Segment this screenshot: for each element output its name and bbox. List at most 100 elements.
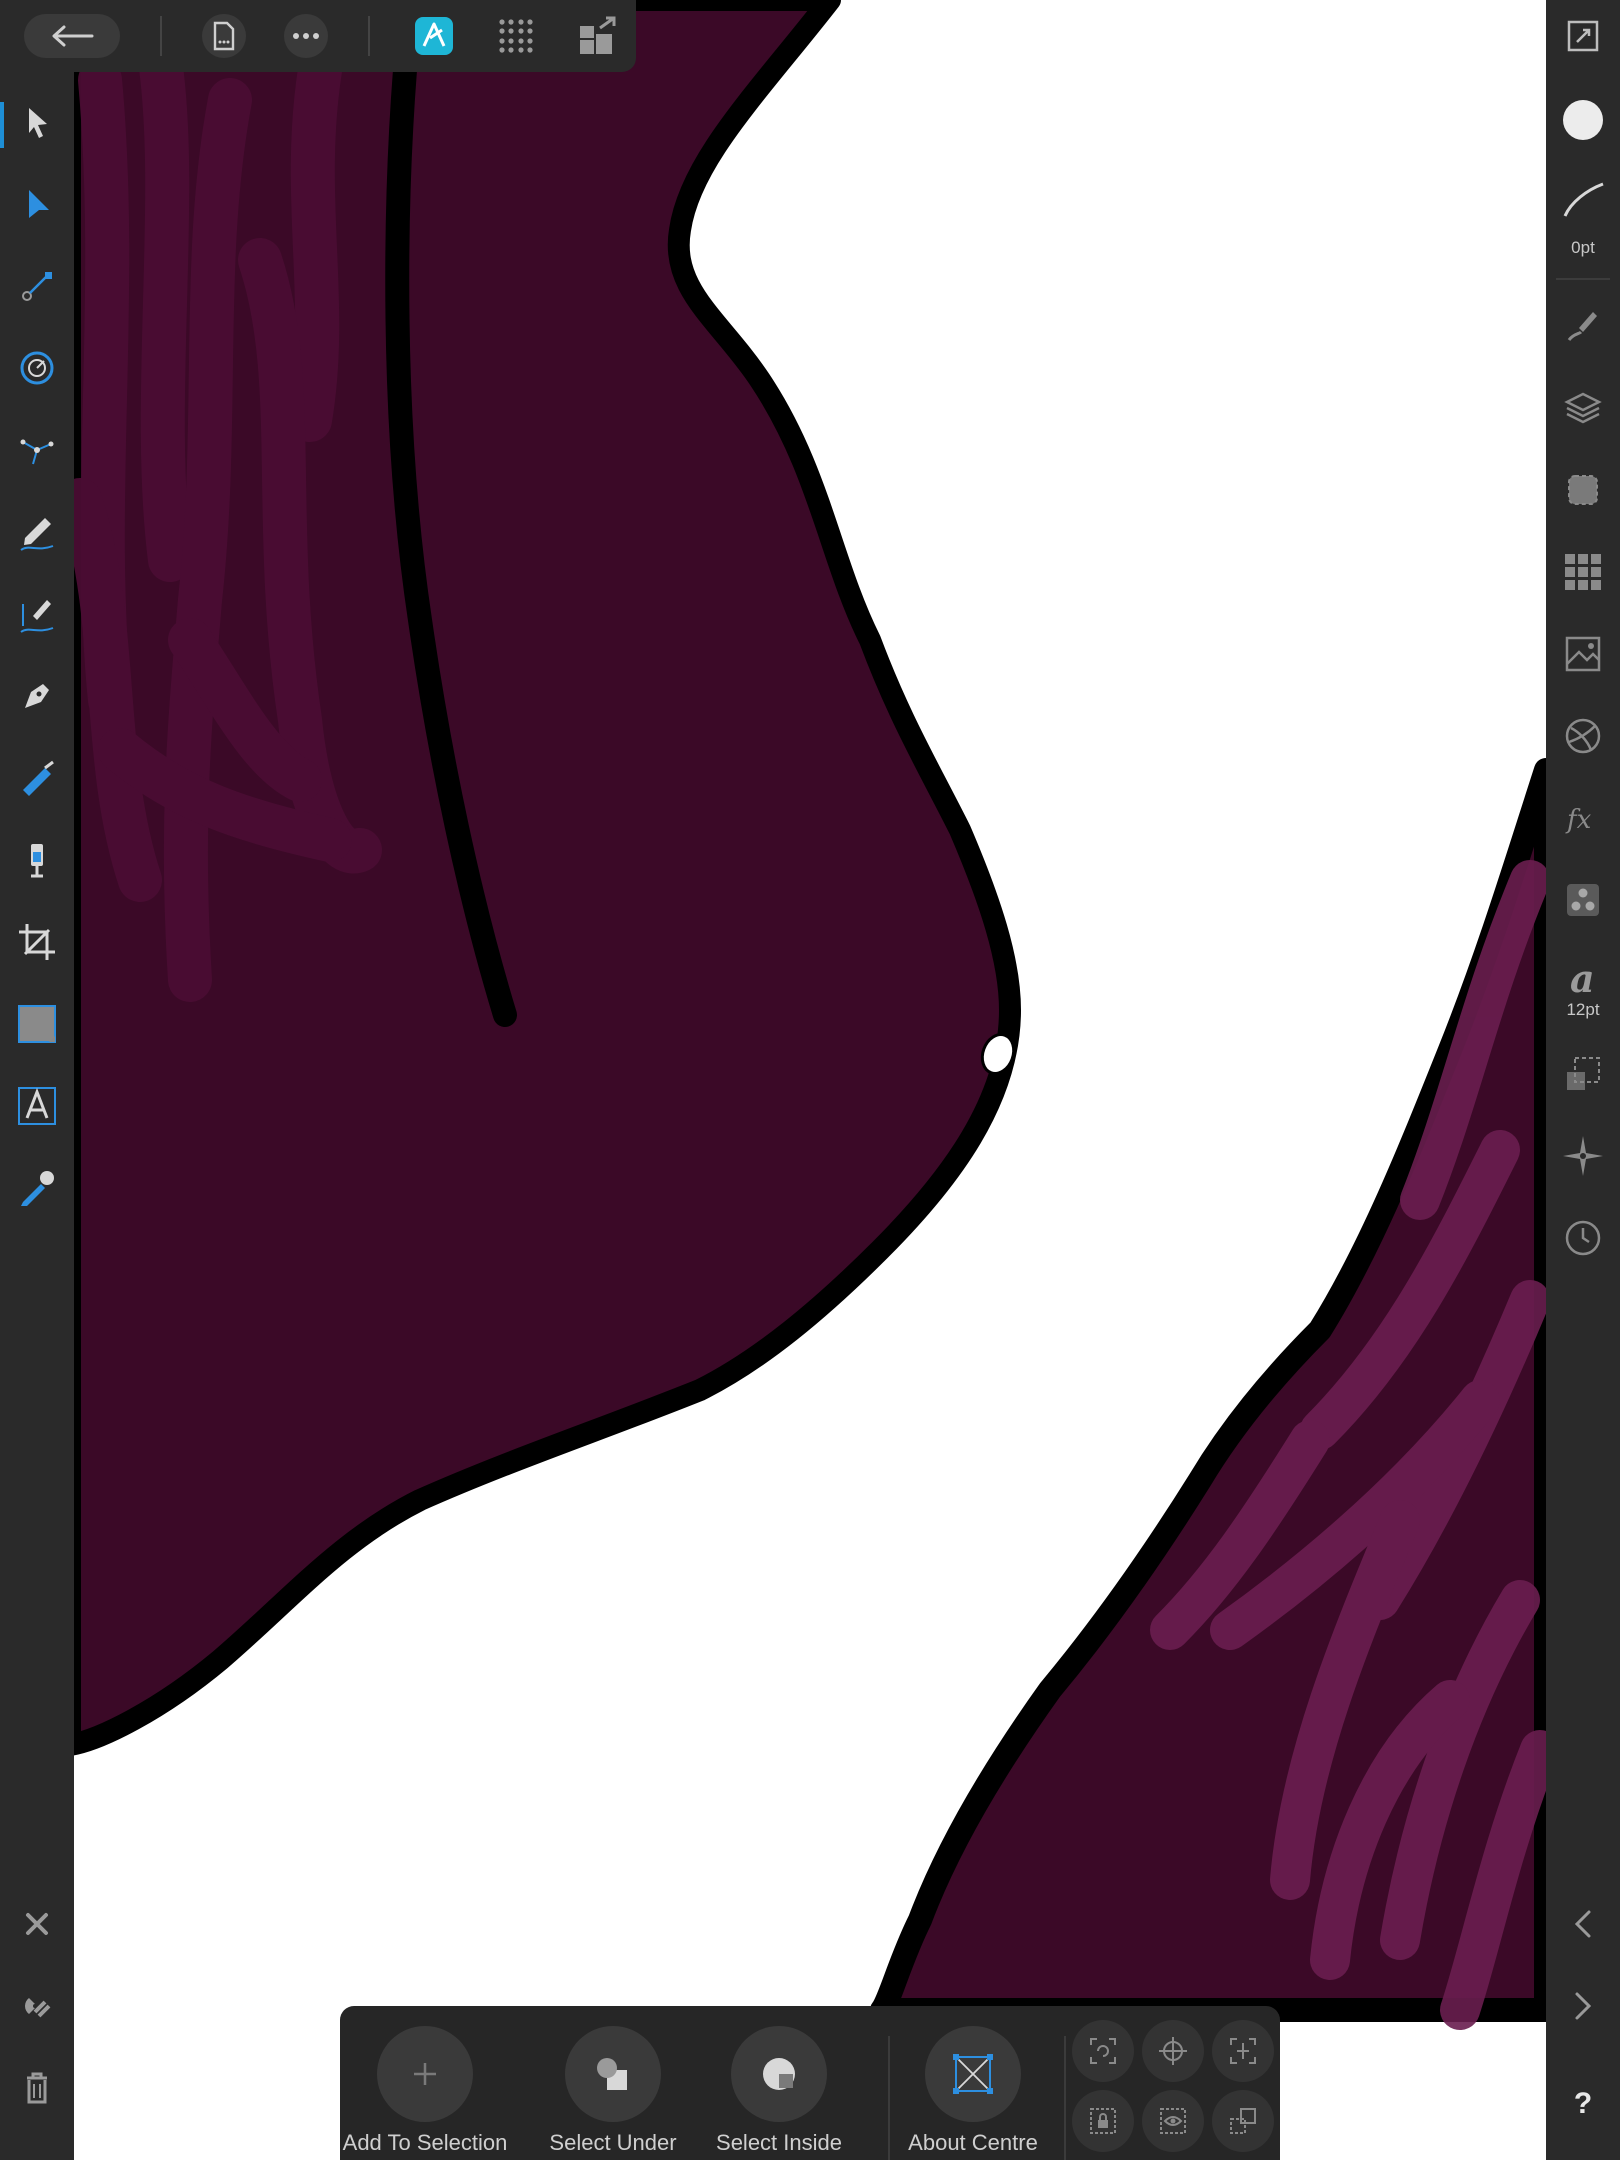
text-a-icon (18, 1087, 56, 1125)
context-divider (1064, 2036, 1066, 2160)
collapse-panel-button[interactable] (1555, 1896, 1611, 1952)
history-button[interactable] (1555, 1210, 1611, 1266)
rotate-selection-button[interactable] (1072, 2020, 1134, 2082)
artistic-text-tool[interactable] (9, 1078, 65, 1134)
crop-icon (19, 924, 55, 960)
snapping-button[interactable] (9, 1978, 65, 2034)
add-to-selection-button[interactable]: Add To Selection (340, 2018, 510, 2160)
back-button[interactable] (24, 14, 120, 58)
svg-text:a: a (1570, 956, 1595, 1000)
color-picker-tool[interactable] (9, 1160, 65, 1216)
visibility-box-button[interactable] (1142, 2090, 1204, 2152)
stroke-icon (1563, 182, 1604, 217)
context-toolbar: Add To Selection Select Under Select Ins… (340, 2006, 1280, 2160)
color-wheel-icon (1565, 718, 1601, 754)
pencil-tool[interactable] (9, 504, 65, 560)
more-button[interactable] (284, 14, 328, 58)
tools-panel (0, 72, 74, 2160)
transparency-tool[interactable] (9, 832, 65, 888)
top-toolbar (0, 0, 636, 72)
brushes-button[interactable] (1555, 298, 1611, 354)
select-under-icon (597, 2058, 627, 2090)
typography-button[interactable]: a (1555, 950, 1611, 1006)
close-icon (26, 1913, 48, 1935)
artwork-canvas[interactable] (0, 0, 1620, 2160)
swatches-icon (1565, 554, 1601, 590)
crop-tool[interactable] (9, 914, 65, 970)
pencil-icon (20, 518, 54, 551)
select-inside-button[interactable]: Select Inside (694, 2018, 864, 2160)
lock-children-button[interactable] (1072, 2090, 1134, 2152)
color-button[interactable] (1555, 92, 1611, 148)
eye-box-icon (1160, 2108, 1186, 2134)
assets-button[interactable] (1555, 626, 1611, 682)
expand-context-button[interactable] (1300, 2042, 1332, 2082)
styles-icon (1567, 884, 1599, 916)
expand-panel-button[interactable] (1555, 1978, 1611, 2034)
about-centre-circle (925, 2026, 1021, 2122)
pixel-persona-button[interactable] (494, 14, 538, 58)
assets-icon (1565, 636, 1601, 672)
chevron-right-icon (1575, 1992, 1592, 2020)
pen-tool[interactable] (9, 668, 65, 724)
styles-button[interactable] (1555, 872, 1611, 928)
add-to-selection-circle (377, 2026, 473, 2122)
move-tool[interactable] (9, 94, 65, 150)
stroke-button[interactable] (1555, 172, 1611, 228)
contour-icon (20, 439, 54, 465)
help-button[interactable]: ? (1555, 2076, 1611, 2132)
select-under-button[interactable]: Select Under (528, 2018, 698, 2160)
appearance-button[interactable] (1555, 462, 1611, 518)
select-inside-label: Select Inside (716, 2130, 842, 2155)
point-transform-tool[interactable] (9, 258, 65, 314)
align-centre-icon (1230, 2038, 1256, 2064)
document-button[interactable] (202, 14, 246, 58)
add-to-selection-label: Add To Selection (342, 2130, 508, 2155)
rotate-box-icon (1090, 2038, 1116, 2064)
brushes-icon (1567, 312, 1597, 341)
toolbar-divider (160, 16, 162, 56)
transform-origin-button[interactable] (1212, 2090, 1274, 2152)
toolbar-divider (368, 16, 370, 56)
select-inside-icon (763, 2058, 795, 2090)
effects-button[interactable]: fx (1555, 790, 1611, 846)
lock-box-icon (1090, 2108, 1116, 2134)
vector-brush-tool[interactable] (9, 586, 65, 642)
contour-tool[interactable] (9, 422, 65, 478)
select-under-circle (565, 2026, 661, 2122)
corner-target-icon (20, 351, 54, 385)
transform-button[interactable] (1555, 1046, 1611, 1102)
fx-icon: fx (1565, 805, 1592, 835)
transform-icon (1567, 1057, 1600, 1090)
centre-target-button[interactable] (1142, 2020, 1204, 2082)
layers-button[interactable] (1555, 380, 1611, 436)
navigator-icon (1563, 1136, 1603, 1176)
corner-tool[interactable] (9, 340, 65, 396)
designer-persona-button[interactable] (412, 14, 456, 58)
color-wheel-button[interactable] (1555, 708, 1611, 764)
export-persona-button[interactable] (576, 14, 620, 58)
help-icon: ? (1573, 2087, 1593, 2120)
navigator-button[interactable] (1555, 1128, 1611, 1184)
eyedropper-icon (21, 1171, 54, 1206)
transparency-icon (31, 844, 43, 878)
fullscreen-button[interactable] (1555, 8, 1611, 64)
rectangle-tool[interactable] (9, 996, 65, 1052)
fill-tool[interactable] (9, 750, 65, 806)
about-centre-button[interactable]: About Centre (888, 2018, 1058, 2160)
active-tool-indicator (0, 102, 4, 148)
typography-icon: a (1570, 956, 1595, 1000)
swatches-button[interactable] (1555, 544, 1611, 600)
studio-panel: 0pt fx a 12pt ? (1546, 0, 1620, 2160)
close-button[interactable] (9, 1896, 65, 1952)
align-centre-button[interactable] (1212, 2020, 1274, 2082)
fill-bucket-icon (23, 760, 54, 796)
fullscreen-icon (1567, 20, 1599, 52)
node-tool[interactable] (9, 176, 65, 232)
history-icon (1565, 1220, 1601, 1256)
delete-button[interactable] (9, 2060, 65, 2116)
crosshair-icon (1159, 2037, 1187, 2065)
node-arrow-icon (29, 190, 49, 218)
pen-nib-icon (25, 684, 49, 708)
arrow-left-icon (52, 25, 94, 47)
